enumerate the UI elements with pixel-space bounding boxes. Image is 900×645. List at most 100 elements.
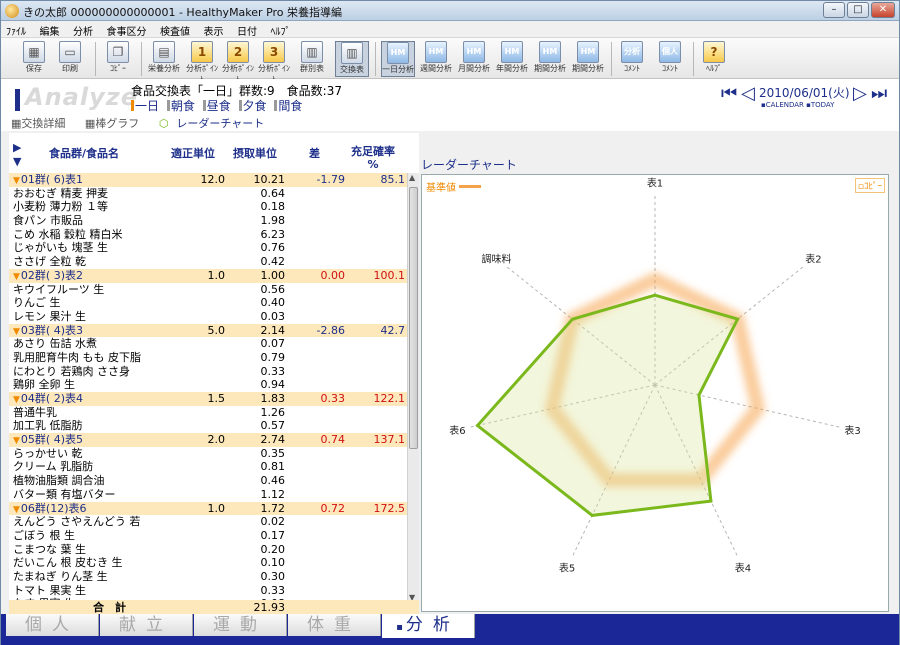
expand-all-icon[interactable]: ▶ (13, 141, 21, 154)
last-date-icon[interactable]: ⏭ (871, 85, 887, 103)
group-row[interactable]: 01群( 6)表112.010.21-1.7985.1 (9, 173, 407, 187)
group-row[interactable]: 03群( 4)表35.02.14-2.8642.7 (9, 323, 407, 338)
group-row[interactable]: 04群( 2)表41.51.830.33122.1 (9, 392, 407, 406)
maximize-button[interactable]: □ (847, 2, 869, 18)
cell-name: 普通牛乳 (13, 405, 57, 419)
food-row[interactable]: キウイフルーツ 生 0.56 (9, 283, 407, 297)
scrollbar-thumb[interactable] (409, 187, 418, 449)
nutrition-analysis-button[interactable]: ▤ 栄養分析 (147, 41, 181, 77)
collapse-all-icon[interactable]: ▼ (13, 155, 21, 168)
meal-day[interactable]: 一日 (131, 99, 159, 113)
food-row[interactable]: だいこん 根 皮むき 生 0.10 (9, 556, 407, 570)
food-row[interactable]: レモン 果汁 生 0.03 (9, 310, 407, 324)
cell-name: クリーム 乳脂肪 (13, 460, 94, 474)
save-button[interactable]: ▦ 保存 (17, 41, 51, 77)
food-row[interactable]: 加工乳 低脂肪 0.57 (9, 419, 407, 433)
food-row[interactable]: 乳用肥育牛肉 もも 皮下脂 0.79 (9, 351, 407, 365)
comment-button[interactable]: 分析 ｺﾒﾝﾄ (615, 41, 649, 77)
day-analysis-button[interactable]: HM 一日分析 (381, 41, 415, 77)
col-difference[interactable]: 差 (309, 145, 320, 161)
food-row[interactable]: 普通牛乳 1.26 (9, 406, 407, 420)
meal-lunch[interactable]: 昼食 (203, 99, 231, 113)
food-row[interactable]: 植物油脂類 調合油 0.46 (9, 474, 407, 488)
intake-point (697, 393, 701, 397)
group-table-button[interactable]: ▥ 群別表 (295, 41, 329, 77)
minimize-button[interactable]: – (823, 2, 845, 18)
total-label: 合 計 (93, 601, 126, 614)
month-analysis-button[interactable]: HM 月間分析 (457, 41, 491, 77)
food-row[interactable]: クリーム 乳脂肪 0.81 (9, 460, 407, 474)
cell-name: あさり 缶詰 水煮 (13, 337, 97, 351)
food-row[interactable]: こまつな 葉 生 0.20 (9, 543, 407, 557)
analysis-point-2-button[interactable]: 2分析ﾎﾟｲﾝﾄ (221, 41, 255, 84)
food-row[interactable]: にわとり 若鶏肉 ささ身 0.33 (9, 365, 407, 379)
close-button[interactable]: ✕ (871, 2, 895, 18)
period-analysis-button[interactable]: HM 期間分析 (533, 41, 567, 77)
cell-c2: 0.33 (260, 364, 286, 378)
col-food-name[interactable]: 食品群/食品名 (49, 145, 119, 161)
period-analysis-2-button[interactable]: HM 期間分析 (571, 41, 605, 77)
tab-personal[interactable]: 個人 (6, 614, 99, 636)
mushroom-icon (5, 4, 19, 18)
current-date[interactable]: 2010/06/01(火) (759, 84, 850, 101)
food-row[interactable]: ごぼう 根 生 0.17 (9, 529, 407, 543)
food-row[interactable]: らっかせい 乾 0.35 (9, 447, 407, 461)
prev-date-icon[interactable]: ◁ (741, 85, 755, 103)
first-date-icon[interactable]: ⏮ (721, 85, 737, 103)
hexagon-icon: ⬡ (158, 117, 169, 130)
meal-dinner[interactable]: 夕食 (239, 99, 267, 113)
food-row[interactable]: こめ 水稲 穀粒 精白米 6.23 (9, 228, 407, 242)
cell-c2: 1.83 (260, 392, 286, 405)
food-row[interactable]: たまねぎ りん茎 生 0.30 (9, 570, 407, 584)
cell-name: 加工乳 低脂肪 (13, 419, 83, 433)
analysis-point-1-button[interactable]: 1分析ﾎﾟｲﾝﾄ (185, 41, 219, 84)
group-row[interactable]: 06群(12)表61.01.720.72172.5 (9, 501, 407, 516)
group-table-icon: ▥ (301, 41, 323, 63)
food-row[interactable]: じゃがいも 塊茎 生 0.76 (9, 241, 407, 255)
next-date-icon[interactable]: ▷ (853, 85, 867, 103)
group-row[interactable]: 02群( 3)表21.01.000.00100.1 (9, 268, 407, 283)
cell-c2: 1.00 (260, 268, 286, 282)
tab-bar-graph[interactable]: ▦棒グラフ (85, 117, 147, 130)
food-row[interactable]: あさり 缶詰 水煮 0.07 (9, 337, 407, 351)
meal-breakfast[interactable]: 朝食 (167, 99, 195, 113)
tab-weight[interactable]: 体重 (288, 614, 381, 636)
table-scrollbar[interactable]: ▲ ▼ (407, 173, 419, 602)
food-row[interactable]: ささげ 全粒 乾 0.42 (9, 255, 407, 269)
food-row[interactable]: バター類 有塩バター 1.12 (9, 488, 407, 502)
tab-analysis[interactable]: 分析 (382, 614, 475, 638)
toolbar: ▦保存 ▭印刷 ❐ｺﾋﾟｰ ▤栄養分析 1分析ﾎﾟｲﾝﾄ 2分析ﾎﾟｲﾝﾄ 3分… (1, 38, 899, 84)
calendar-today-links[interactable]: ▪CALENDAR ▪TODAY (761, 101, 834, 109)
group-row[interactable]: 05群( 4)表52.02.740.74137.1 (9, 433, 407, 447)
year-analysis-button[interactable]: HM 年間分析 (495, 41, 529, 77)
analysis-point-3-button[interactable]: 3分析ﾎﾟｲﾝﾄ (257, 41, 291, 84)
col-fulfillment[interactable]: 充足確率 % (351, 145, 395, 171)
meal-snack[interactable]: 間食 (274, 99, 302, 113)
food-row[interactable]: 小麦粉 薄力粉 １等 0.18 (9, 200, 407, 214)
food-row[interactable]: 鶏卵 全卵 生 0.94 (9, 378, 407, 392)
col-proper-unit[interactable]: 適正単位 (171, 145, 215, 161)
food-row[interactable]: 食パン 市販品 1.98 (9, 214, 407, 228)
week-analysis-button[interactable]: HM 週間分析 (419, 41, 453, 77)
radar-copy-button[interactable]: ▫ｺﾋﾟｰ (854, 178, 885, 193)
exchange-table-button[interactable]: ▥ 交換表 (335, 41, 369, 77)
print-icon: ▭ (59, 41, 81, 63)
table-body[interactable]: 01群( 6)表112.010.21-1.7985.1おおむぎ 精麦 押麦0.6… (9, 173, 407, 602)
cell-name: キウイフルーツ 生 (13, 282, 105, 296)
cell-c1: 5.0 (207, 323, 226, 337)
col-intake-unit[interactable]: 摂取単位 (233, 145, 277, 161)
cell-c2: 0.64 (260, 186, 286, 200)
food-row[interactable]: りんご 生 0.40 (9, 296, 407, 310)
food-row[interactable]: おおむぎ 精麦 押麦 0.64 (9, 187, 407, 201)
tab-menu[interactable]: 献立 (100, 614, 193, 636)
tab-radar-chart[interactable]: ⬡ レーダーチャート (159, 117, 273, 130)
food-row[interactable]: トマト 果実 生 0.33 (9, 584, 407, 598)
tab-exercise[interactable]: 運動 (194, 614, 287, 636)
food-row[interactable]: えんどう さやえんどう 若 0.02 (9, 515, 407, 529)
print-button[interactable]: ▭ 印刷 (53, 41, 87, 77)
tab-exchange-detail[interactable]: ▦交換詳細 (11, 117, 73, 130)
exchange-table-icon: ▥ (341, 42, 363, 64)
help-button[interactable]: ? ﾍﾙﾌﾟ (697, 41, 731, 77)
personal-comment-button[interactable]: 個人 ｺﾒﾝﾄ (653, 41, 687, 77)
copy-button[interactable]: ❐ ｺﾋﾟｰ (101, 41, 135, 77)
